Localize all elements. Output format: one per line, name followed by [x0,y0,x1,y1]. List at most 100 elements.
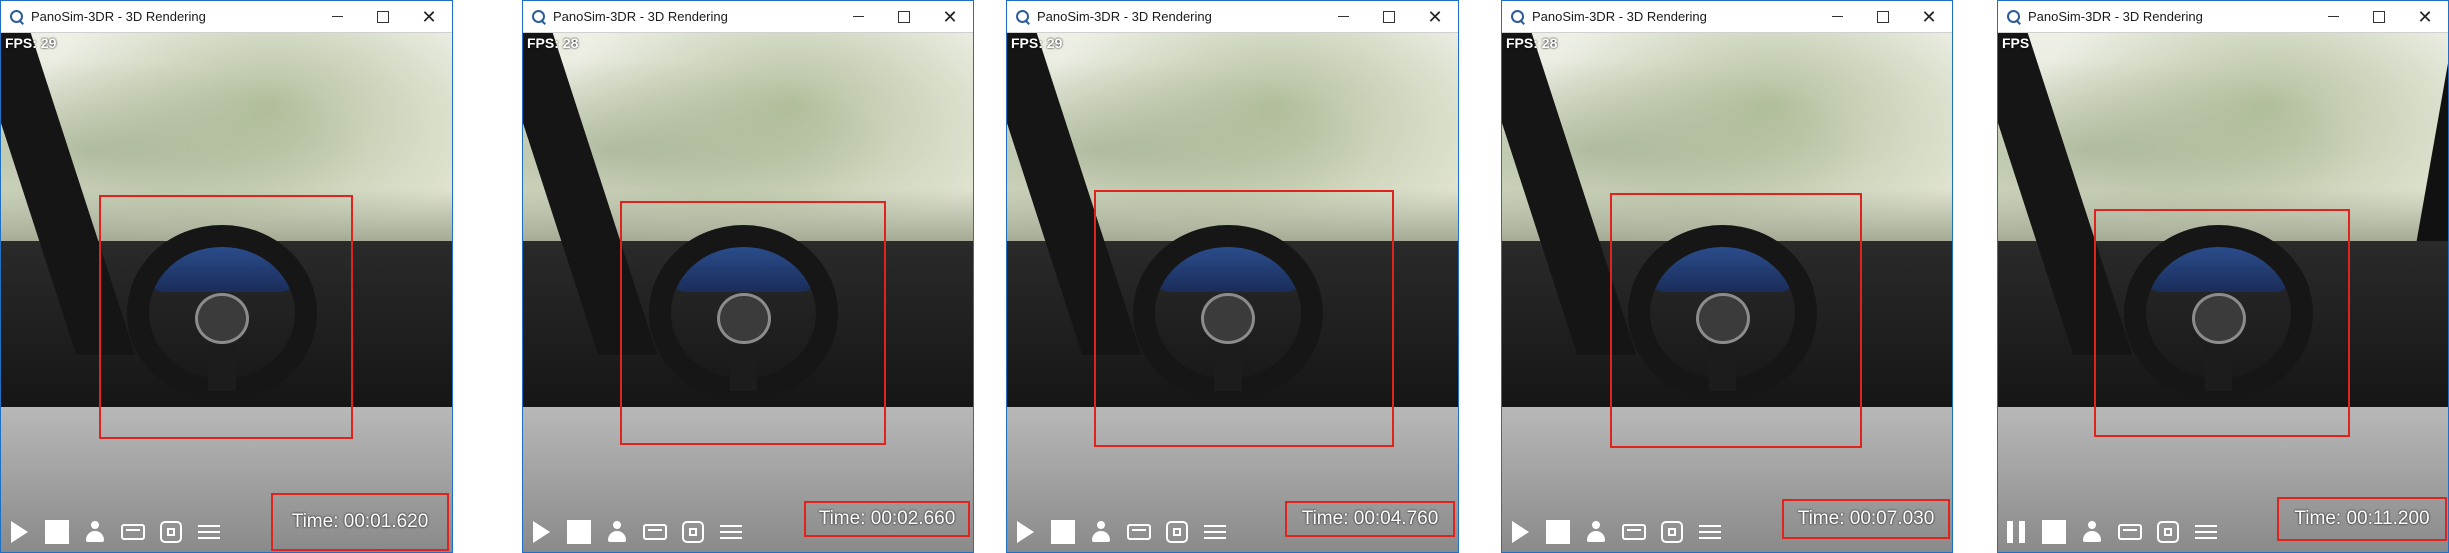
minimize-button[interactable] [1814,1,1860,32]
window-title: PanoSim-3DR - 3D Rendering [1532,9,1707,24]
panorama-button[interactable] [2116,518,2144,546]
maximize-button[interactable] [1860,1,1906,32]
close-button[interactable]: ✕ [1412,1,1458,32]
list-button[interactable] [2192,518,2220,546]
close-button[interactable]: ✕ [927,1,973,32]
play-button[interactable] [1011,518,1039,546]
window-title: PanoSim-3DR - 3D Rendering [1037,9,1212,24]
panorama-button[interactable] [1125,518,1153,546]
panorama-icon [1127,524,1151,540]
minimize-icon [331,16,343,17]
fullscreen-button[interactable] [679,518,707,546]
stop-icon [567,520,591,544]
maximize-icon [2373,10,2385,23]
stop-button[interactable] [565,518,593,546]
list-button[interactable] [195,518,223,546]
time-readout: Time: 00:02.660 [804,501,970,537]
maximize-button[interactable] [360,1,406,32]
panorama-button[interactable] [641,518,669,546]
title-bar[interactable]: PanoSim-3DR - 3D Rendering ✕ [1998,1,2448,33]
list-button[interactable] [1696,518,1724,546]
playback-toolbar [2002,518,2220,546]
render-window-2: PanoSim-3DR - 3D Rendering ✕ FPS: 28 Tim… [522,0,974,553]
fullscreen-button[interactable] [1658,518,1686,546]
close-button[interactable]: ✕ [1906,1,1952,32]
driver-view-button[interactable] [81,518,109,546]
driver-view-button[interactable] [1087,518,1115,546]
fullscreen-button[interactable] [2154,518,2182,546]
play-button[interactable] [1506,518,1534,546]
render-viewport[interactable]: FPS: 29 Time: 00:01.620 [1,33,452,552]
render-viewport[interactable]: FPS: 28 Time: 00:02.660 [523,33,973,552]
pause-icon [2007,521,2025,543]
minimize-button[interactable] [314,1,360,32]
list-button[interactable] [1201,518,1229,546]
fullscreen-icon [682,521,704,543]
title-bar[interactable]: PanoSim-3DR - 3D Rendering ✕ [523,1,973,33]
fullscreen-icon [2157,521,2179,543]
play-button[interactable] [5,518,33,546]
list-icon [1699,523,1721,541]
magnifier-icon [1016,9,1030,25]
play-icon [1016,521,1034,543]
driver-view-button[interactable] [2078,518,2106,546]
fps-counter: FPS: 28 [527,35,579,51]
detection-box [1610,193,1862,448]
title-bar[interactable]: PanoSim-3DR - 3D Rendering ✕ [1,1,452,33]
detection-box [2094,209,2350,437]
panorama-button[interactable] [119,518,147,546]
stop-button[interactable] [1049,518,1077,546]
detection-box [620,201,886,445]
fps-counter: FPS [2002,35,2030,51]
minimize-button[interactable] [835,1,881,32]
stop-button[interactable] [2040,518,2068,546]
fullscreen-button[interactable] [1163,518,1191,546]
play-button[interactable] [527,518,555,546]
detection-box [1094,190,1394,447]
render-viewport[interactable]: FPS Time: 00:11.200 [1998,33,2448,552]
close-button[interactable]: ✕ [406,1,452,32]
render-window-5: PanoSim-3DR - 3D Rendering ✕ FPS Time: 0… [1997,0,2449,553]
person-icon [1586,521,1606,543]
close-icon: ✕ [2417,6,2433,27]
stop-button[interactable] [1544,518,1572,546]
panorama-icon [643,524,667,540]
title-bar[interactable]: PanoSim-3DR - 3D Rendering ✕ [1502,1,1952,33]
stop-button[interactable] [43,518,71,546]
maximize-button[interactable] [1366,1,1412,32]
title-bar[interactable]: PanoSim-3DR - 3D Rendering ✕ [1007,1,1458,33]
maximize-button[interactable] [2356,1,2402,32]
person-icon [85,521,105,543]
panorama-button[interactable] [1620,518,1648,546]
play-icon [10,521,28,543]
list-button[interactable] [717,518,745,546]
fps-counter: FPS: 29 [1011,35,1063,51]
magnifier-icon [1511,9,1525,25]
pause-button[interactable] [2002,518,2030,546]
playback-toolbar [5,518,223,546]
render-viewport[interactable]: FPS: 29 Time: 00:04.760 [1007,33,1458,552]
fps-counter: FPS: 28 [1506,35,1558,51]
fullscreen-icon [160,521,182,543]
person-icon [1091,521,1111,543]
list-icon [720,523,742,541]
render-window-3: PanoSim-3DR - 3D Rendering ✕ FPS: 29 Tim… [1006,0,1459,553]
maximize-button[interactable] [881,1,927,32]
driver-view-button[interactable] [603,518,631,546]
minimize-button[interactable] [1320,1,1366,32]
minimize-button[interactable] [2310,1,2356,32]
magnifier-icon [10,9,24,25]
stop-icon [45,520,69,544]
render-viewport[interactable]: FPS: 28 Time: 00:07.030 [1502,33,1952,552]
fullscreen-icon [1661,521,1683,543]
driver-view-button[interactable] [1582,518,1610,546]
fullscreen-icon [1166,521,1188,543]
playback-toolbar [1011,518,1229,546]
fps-counter: FPS: 29 [5,35,57,51]
playback-toolbar [527,518,745,546]
fullscreen-button[interactable] [157,518,185,546]
close-button[interactable]: ✕ [2402,1,2448,32]
stop-icon [1051,520,1075,544]
render-window-1: PanoSim-3DR - 3D Rendering ✕ FPS: 29 Tim… [0,0,453,553]
minimize-icon [1831,16,1843,17]
